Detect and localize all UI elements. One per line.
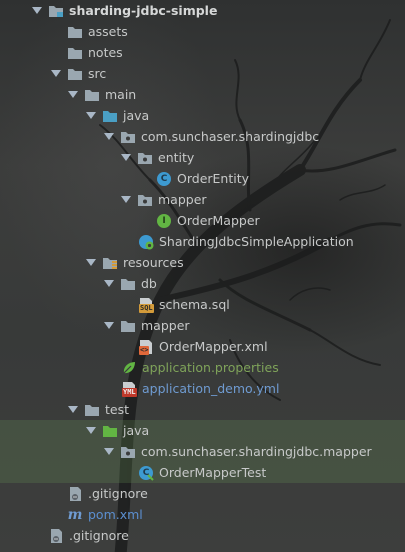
chevron-down-icon[interactable]	[86, 111, 96, 121]
tree-item-label: .gitignore	[88, 486, 148, 501]
tree-item-label: assets	[88, 24, 128, 39]
class-icon: C	[156, 171, 172, 187]
tree-item-label: sharding-jdbc-simple	[69, 3, 218, 18]
tree-item-label: src	[88, 66, 107, 81]
tree-item-label: com.sunchaser.shardingjdbc.mapper	[141, 444, 372, 459]
folder-icon	[84, 402, 100, 418]
tree-row-mapper-dir[interactable]: mapper	[0, 315, 405, 336]
tree-row-test-package[interactable]: com.sunchaser.shardingjdbc.mapper	[0, 441, 405, 462]
chevron-down-icon[interactable]	[32, 6, 42, 16]
tree-row-package[interactable]: com.sunchaser.shardingjdbc	[0, 126, 405, 147]
resources-folder-icon	[102, 255, 118, 271]
tree-item-label: db	[141, 276, 157, 291]
tree-item-label: OrderMapper	[177, 213, 260, 228]
xml-file-icon: <>	[138, 339, 154, 355]
tree-item-label: main	[105, 87, 137, 102]
tree-row-src[interactable]: src	[0, 63, 405, 84]
tree-row-app-class[interactable]: ShardingJdbcSimpleApplication	[0, 231, 405, 252]
class-letter: C	[160, 173, 168, 184]
tree-item-label: java	[123, 108, 150, 123]
tree-row-test-java[interactable]: java	[0, 420, 405, 441]
tree-item-label: .gitignore	[69, 528, 129, 543]
package-icon	[137, 192, 153, 208]
gitignore-file-icon	[67, 486, 83, 502]
tree-item-label: application_demo.yml	[142, 381, 280, 396]
tree-row-notes[interactable]: notes	[0, 42, 405, 63]
spring-properties-icon	[121, 360, 137, 376]
tree-item-label: schema.sql	[159, 297, 230, 312]
tree-item-label: resources	[123, 255, 184, 270]
chevron-down-icon[interactable]	[104, 447, 114, 457]
tree-row-module-gitignore[interactable]: .gitignore	[0, 483, 405, 504]
tree-row-pom[interactable]: m pom.xml	[0, 504, 405, 525]
tree-row-schema-sql[interactable]: SQL schema.sql	[0, 294, 405, 315]
folder-icon	[120, 276, 136, 292]
folder-icon	[84, 87, 100, 103]
maven-icon: m	[67, 507, 83, 523]
module-folder-icon	[48, 3, 64, 19]
tree-row-assets[interactable]: assets	[0, 21, 405, 42]
tree-row-order-mapper-xml[interactable]: <> OrderMapper.xml	[0, 336, 405, 357]
test-class-icon: C	[138, 465, 154, 481]
chevron-down-icon[interactable]	[121, 195, 131, 205]
folder-icon	[67, 24, 83, 40]
interface-icon: I	[156, 213, 172, 229]
chevron-down-icon[interactable]	[104, 132, 114, 142]
folder-icon	[120, 318, 136, 334]
sql-file-icon: SQL	[138, 297, 154, 313]
test-source-folder-icon	[102, 423, 118, 439]
tree-row-app-properties[interactable]: application.properties	[0, 357, 405, 378]
tree-item-label: mapper	[141, 318, 190, 333]
tree-item-label: entity	[158, 150, 195, 165]
tree-row-resources[interactable]: resources	[0, 252, 405, 273]
tree-item-label: OrderMapperTest	[159, 465, 267, 480]
chevron-down-icon[interactable]	[86, 258, 96, 268]
yml-file-icon: YML	[121, 381, 137, 397]
tree-item-label: OrderMapper.xml	[159, 339, 268, 354]
tree-row-order-mapper-test[interactable]: C OrderMapperTest	[0, 462, 405, 483]
tree-row-test[interactable]: test	[0, 399, 405, 420]
tree-row-app-demo-yml[interactable]: YML application_demo.yml	[0, 378, 405, 399]
gitignore-file-icon	[48, 528, 64, 544]
tree-item-label: mapper	[158, 192, 207, 207]
chevron-down-icon[interactable]	[104, 279, 114, 289]
tree-item-label: application.properties	[142, 360, 279, 375]
tree-item-label: test	[105, 402, 130, 417]
tree-row-mapper-package[interactable]: mapper	[0, 189, 405, 210]
tree-item-label: pom.xml	[88, 507, 143, 522]
tree-row-entity[interactable]: entity	[0, 147, 405, 168]
tree-row-main[interactable]: main	[0, 84, 405, 105]
spring-boot-class-icon	[138, 234, 154, 250]
maven-letter: m	[67, 506, 83, 523]
tree-item-label: ShardingJdbcSimpleApplication	[159, 234, 354, 249]
folder-icon	[67, 45, 83, 61]
project-tree: sharding-jdbc-simple assets notes src ma…	[0, 0, 405, 552]
chevron-down-icon[interactable]	[68, 405, 78, 415]
tree-item-label: OrderEntity	[177, 171, 250, 186]
class-letter: C	[142, 467, 150, 478]
tree-item-label: com.sunchaser.shardingjdbc	[141, 129, 320, 144]
yml-badge: YML	[122, 387, 137, 397]
source-folder-icon	[102, 108, 118, 124]
chevron-down-icon[interactable]	[68, 90, 78, 100]
tree-row-java[interactable]: java	[0, 105, 405, 126]
interface-letter: I	[162, 215, 166, 226]
chevron-down-icon[interactable]	[104, 321, 114, 331]
package-icon	[137, 150, 153, 166]
chevron-down-icon[interactable]	[86, 426, 96, 436]
tree-row-order-mapper[interactable]: I OrderMapper	[0, 210, 405, 231]
tree-row-db[interactable]: db	[0, 273, 405, 294]
xml-badge: <>	[139, 345, 150, 355]
tree-row-root-gitignore[interactable]: .gitignore	[0, 525, 405, 546]
chevron-down-icon[interactable]	[51, 69, 61, 79]
sql-badge: SQL	[139, 303, 154, 313]
package-icon	[120, 129, 136, 145]
chevron-down-icon[interactable]	[121, 153, 131, 163]
tree-row-project-root[interactable]: sharding-jdbc-simple	[0, 0, 405, 21]
tree-row-order-entity[interactable]: C OrderEntity	[0, 168, 405, 189]
tree-item-label: notes	[88, 45, 123, 60]
folder-icon	[67, 66, 83, 82]
tree-item-label: java	[123, 423, 150, 438]
package-icon	[120, 444, 136, 460]
